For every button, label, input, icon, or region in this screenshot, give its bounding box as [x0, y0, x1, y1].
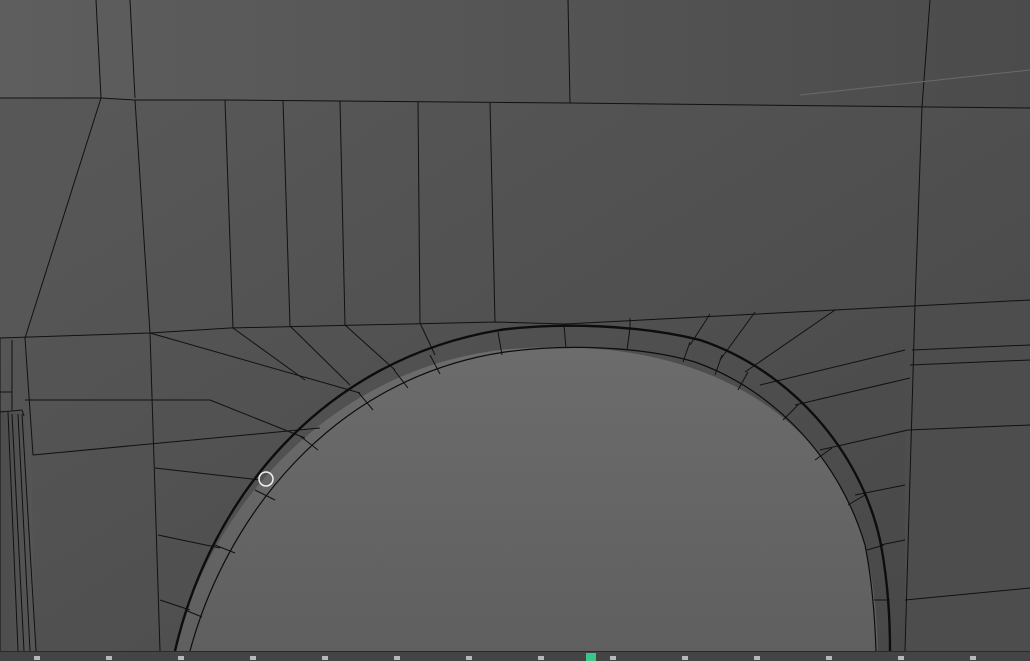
- timeline-tick[interactable]: [970, 656, 976, 660]
- modeling-viewport[interactable]: [0, 0, 1030, 651]
- timeline-tick[interactable]: [394, 656, 400, 660]
- timeline-tick[interactable]: [322, 656, 328, 660]
- timeline-tick[interactable]: [250, 656, 256, 660]
- timeline-tick[interactable]: [898, 656, 904, 660]
- timeline-tick[interactable]: [610, 656, 616, 660]
- timeline-tick[interactable]: [826, 656, 832, 660]
- timeline-bar[interactable]: [0, 651, 1030, 661]
- timeline-tick[interactable]: [682, 656, 688, 660]
- timeline-tick[interactable]: [754, 656, 760, 660]
- upper-face: [0, 0, 1030, 108]
- timeline-tick[interactable]: [106, 656, 112, 660]
- timeline-playhead[interactable]: [586, 653, 596, 661]
- timeline-tick[interactable]: [466, 656, 472, 660]
- mesh-wireframe[interactable]: [0, 0, 1030, 651]
- timeline-tick[interactable]: [178, 656, 184, 660]
- timeline-tick[interactable]: [34, 656, 40, 660]
- timeline-tick[interactable]: [538, 656, 544, 660]
